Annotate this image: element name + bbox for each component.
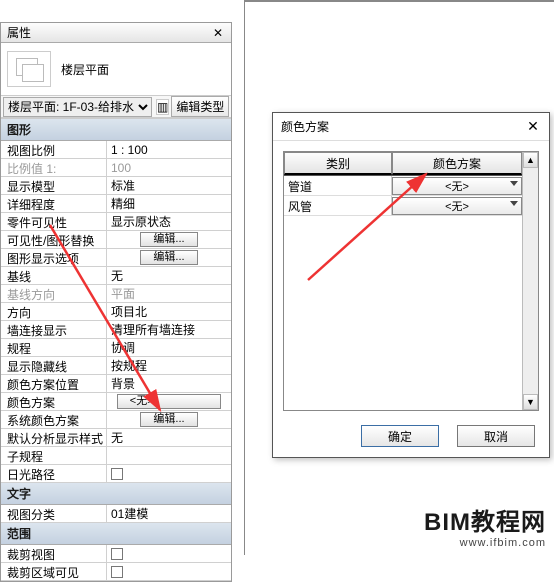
panel-title: 属性 <box>7 23 31 43</box>
row-sub-discipline[interactable]: 子规程 <box>1 447 231 465</box>
instance-select[interactable]: 楼层平面: 1F-03-给排水 <box>3 97 152 117</box>
type-label: 楼层平面 <box>61 61 109 78</box>
scroll-down-icon[interactable]: ▼ <box>523 394 538 410</box>
cell-category: 管道 <box>284 176 392 195</box>
dialog-table: 类别 颜色方案 管道 <无> 风管 <无> <box>284 152 522 410</box>
watermark-title: BIM教程网 <box>424 502 546 537</box>
row-baseline-dir: 基线方向平面 <box>1 285 231 303</box>
row-system-color-scheme[interactable]: 系统颜色方案编辑... <box>1 411 231 429</box>
row-graphic-options[interactable]: 图形显示选项编辑... <box>1 249 231 267</box>
properties-panel: 属性 ✕ 楼层平面 楼层平面: 1F-03-给排水 ▥ 编辑类型 图形 视图比例… <box>0 22 232 582</box>
instance-row: 楼层平面: 1F-03-给排水 ▥ 编辑类型 <box>1 96 231 118</box>
watermark: BIM教程网 www.ifbim.com <box>424 502 546 549</box>
column-scheme[interactable]: 颜色方案 <box>392 152 522 175</box>
row-vg-override[interactable]: 可见性/图形替换编辑... <box>1 231 231 249</box>
edit-button[interactable]: 编辑... <box>140 250 197 265</box>
row-detail-level[interactable]: 详细程度精细 <box>1 195 231 213</box>
dialog-titlebar[interactable]: 颜色方案 ✕ <box>273 113 549 141</box>
scrollbar[interactable]: ▲ ▼ <box>522 152 538 410</box>
type-selector[interactable]: 楼层平面 <box>1 43 231 96</box>
section-extents[interactable]: 范围 <box>1 523 231 545</box>
section-graphics[interactable]: 图形 <box>1 119 231 141</box>
checkbox[interactable] <box>111 468 123 480</box>
checkbox[interactable] <box>111 566 123 578</box>
ok-button[interactable]: 确定 <box>361 425 439 447</box>
row-parts-visibility[interactable]: 零件可见性显示原状态 <box>1 213 231 231</box>
scroll-up-icon[interactable]: ▲ <box>523 152 538 168</box>
edit-type-button[interactable]: 编辑类型 <box>171 96 229 117</box>
row-discipline[interactable]: 规程协调 <box>1 339 231 357</box>
section-text[interactable]: 文字 <box>1 483 231 505</box>
type-thumbnail-icon <box>7 51 51 87</box>
column-category[interactable]: 类别 <box>284 152 392 175</box>
row-scale-value: 比例值 1:100 <box>1 159 231 177</box>
edit-button[interactable]: 编辑... <box>140 412 197 427</box>
close-icon[interactable]: ✕ <box>525 119 541 135</box>
close-icon[interactable]: ✕ <box>211 26 225 40</box>
row-crop-region[interactable]: 裁剪区域可见 <box>1 563 231 581</box>
row-display-model[interactable]: 显示模型标准 <box>1 177 231 195</box>
color-scheme-dialog: 颜色方案 ✕ 类别 颜色方案 管道 <无> 风管 <无> ▲ ▼ 确定 取消 <box>272 112 550 458</box>
edit-button[interactable]: 编辑... <box>140 232 197 247</box>
panel-titlebar[interactable]: 属性 ✕ <box>1 23 231 43</box>
row-scheme-location[interactable]: 颜色方案位置背景 <box>1 375 231 393</box>
cell-category: 风管 <box>284 196 392 215</box>
chevron-down-icon <box>510 201 518 206</box>
filter-icon[interactable]: ▥ <box>156 99 169 115</box>
cancel-button[interactable]: 取消 <box>457 425 535 447</box>
row-view-scale[interactable]: 视图比例1 : 100 <box>1 141 231 159</box>
dialog-buttons: 确定 取消 <box>361 425 535 447</box>
row-color-scheme[interactable]: 颜色方案<无> <box>1 393 231 411</box>
watermark-url: www.ifbim.com <box>424 537 546 549</box>
row-hidden-lines[interactable]: 显示隐藏线按规程 <box>1 357 231 375</box>
row-wall-join[interactable]: 墙连接显示清理所有墙连接 <box>1 321 231 339</box>
properties-grid: 图形 视图比例1 : 100 比例值 1:100 显示模型标准 详细程度精细 零… <box>1 118 231 581</box>
dialog-title: 颜色方案 <box>281 118 329 135</box>
row-sun-path[interactable]: 日光路径 <box>1 465 231 483</box>
table-header: 类别 颜色方案 <box>284 152 522 176</box>
row-analysis-style[interactable]: 默认分析显示样式无 <box>1 429 231 447</box>
scheme-combo[interactable]: <无> <box>392 197 522 215</box>
row-orientation[interactable]: 方向项目北 <box>1 303 231 321</box>
scheme-value-button[interactable]: <无> <box>117 394 221 409</box>
chevron-down-icon <box>510 181 518 186</box>
checkbox[interactable] <box>111 548 123 560</box>
scheme-combo[interactable]: <无> <box>392 177 522 195</box>
dialog-body: 类别 颜色方案 管道 <无> 风管 <无> ▲ ▼ <box>283 151 539 411</box>
row-crop-view[interactable]: 裁剪视图 <box>1 545 231 563</box>
row-view-class[interactable]: 视图分类01建模 <box>1 505 231 523</box>
row-baseline[interactable]: 基线无 <box>1 267 231 285</box>
table-row[interactable]: 风管 <无> <box>284 196 522 216</box>
table-row[interactable]: 管道 <无> <box>284 176 522 196</box>
